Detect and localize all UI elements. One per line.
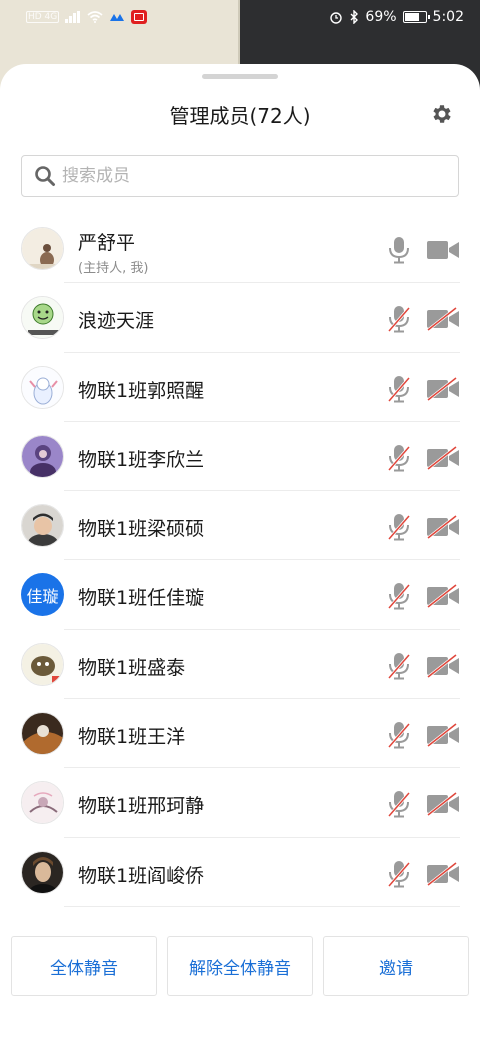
unmute-all-button[interactable]: 解除全体静音 <box>167 936 313 996</box>
member-row[interactable]: 物联1班邢珂静 <box>0 768 480 838</box>
microphone-muted-icon[interactable] <box>386 305 412 333</box>
avatar <box>21 296 64 340</box>
avatar <box>21 781 64 825</box>
clock: 5:02 <box>432 9 464 25</box>
search-icon <box>35 166 55 186</box>
microphone-muted-icon[interactable] <box>386 513 412 541</box>
microphone-muted-icon[interactable] <box>386 582 412 610</box>
microphone-muted-icon[interactable] <box>386 444 412 472</box>
avatar <box>21 850 64 894</box>
video-camera-off-icon[interactable] <box>426 515 460 540</box>
search-input[interactable] <box>62 166 422 186</box>
avatar <box>21 504 64 548</box>
microphone-muted-icon[interactable] <box>386 860 412 888</box>
network-indicator: HD 4G <box>26 11 60 23</box>
video-camera-off-icon[interactable] <box>426 653 460 678</box>
member-list: 严舒平 (主持人, 我) 浪迹天涯 物联1班郭照醒 物联1班李欣兰 物联1班梁硕… <box>0 214 480 907</box>
member-row[interactable]: 物联1班盛泰 <box>0 630 480 700</box>
member-name: 严舒平 <box>78 232 136 254</box>
member-row-host[interactable]: 严舒平 (主持人, 我) <box>0 214 480 284</box>
status-right: 69% 5:02 <box>329 9 464 25</box>
member-row[interactable]: 物联1班郭照醒 <box>0 353 480 422</box>
bluetooth-icon <box>350 10 359 24</box>
video-camera-off-icon[interactable] <box>426 307 460 332</box>
member-name: 物联1班任佳璇 <box>78 587 205 610</box>
status-left: HD 4G <box>26 10 148 24</box>
avatar <box>21 712 64 756</box>
mute-all-button[interactable]: 全体静音 <box>11 936 157 996</box>
member-row[interactable]: 浪迹天涯 <box>0 283 480 353</box>
member-row[interactable]: 物联1班阎峻侨 <box>0 838 480 907</box>
microphone-muted-icon[interactable] <box>386 790 412 818</box>
microphone-muted-icon[interactable] <box>386 375 412 403</box>
member-name: 浪迹天涯 <box>78 310 155 333</box>
member-name: 物联1班阎峻侨 <box>78 864 205 887</box>
member-row[interactable]: 物联1班梁硕硕 <box>0 491 480 561</box>
page-title: 管理成员(72人) <box>169 104 311 128</box>
member-name: 物联1班郭照醒 <box>78 379 205 402</box>
video-camera-off-icon[interactable] <box>426 861 460 886</box>
video-camera-off-icon[interactable] <box>426 723 460 748</box>
member-name: 物联1班邢珂静 <box>78 795 205 818</box>
alarm-icon <box>330 12 343 24</box>
avatar <box>21 434 64 478</box>
signal-icon <box>65 11 81 23</box>
app-notification-icon <box>110 14 125 21</box>
member-name: 物联1班王洋 <box>78 726 186 749</box>
video-camera-icon[interactable] <box>426 238 460 262</box>
wifi-icon <box>87 11 103 23</box>
microphone-muted-icon[interactable] <box>386 652 412 680</box>
row-divider <box>64 905 460 907</box>
action-bar: 全体静音 解除全体静音 邀请 <box>11 936 469 996</box>
member-name: 物联1班李欣兰 <box>78 448 205 471</box>
status-bar: HD 4G 69% 5:02 <box>0 0 480 34</box>
gear-icon[interactable] <box>430 102 454 126</box>
member-row[interactable]: 物联1班李欣兰 <box>0 422 480 492</box>
video-camera-off-icon[interactable] <box>426 584 460 609</box>
manage-members-sheet: 管理成员(72人) 严舒平 (主持人, 我) <box>0 64 480 1040</box>
member-role: (主持人, 我) <box>78 261 149 276</box>
search-box[interactable] <box>21 155 459 197</box>
member-name: 物联1班盛泰 <box>78 656 186 679</box>
avatar <box>21 227 64 270</box>
member-row[interactable]: 物联1班王洋 <box>0 699 480 769</box>
video-camera-off-icon[interactable] <box>426 445 460 470</box>
member-name: 物联1班梁硕硕 <box>78 518 205 541</box>
microphone-muted-icon[interactable] <box>386 721 412 749</box>
recording-icon <box>131 10 148 24</box>
microphone-icon[interactable] <box>386 236 412 264</box>
video-camera-off-icon[interactable] <box>426 792 460 817</box>
invite-button[interactable]: 邀请 <box>323 936 469 996</box>
drag-handle[interactable] <box>202 74 278 79</box>
battery-icon <box>402 11 430 23</box>
member-row[interactable]: 佳璇 物联1班任佳璇 <box>0 560 480 630</box>
video-camera-off-icon[interactable] <box>426 376 460 401</box>
battery-percent: 69% <box>365 9 397 25</box>
avatar <box>21 365 64 409</box>
avatar <box>21 642 64 686</box>
avatar: 佳璇 <box>21 573 64 617</box>
